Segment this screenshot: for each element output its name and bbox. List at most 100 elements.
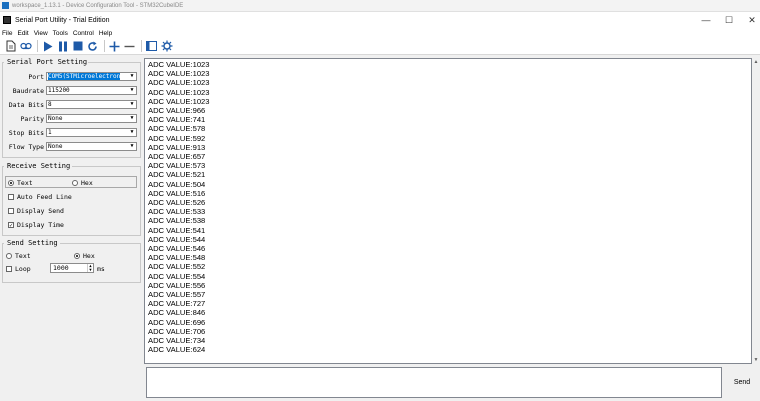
databits-select[interactable]: 8 ▼ xyxy=(46,100,137,109)
menu-control[interactable]: Control xyxy=(73,30,94,37)
stop-icon[interactable] xyxy=(71,40,84,53)
output-line: ADC VALUE:1023 xyxy=(148,69,210,79)
port-label: Port xyxy=(28,73,44,81)
checkbox xyxy=(6,266,12,272)
menu-view[interactable]: View xyxy=(34,30,48,37)
settings-panel: Serial Port Setting Port COM5(STMicroele… xyxy=(0,56,143,401)
output-line: ADC VALUE:727 xyxy=(148,299,206,309)
close-button[interactable]: ✕ xyxy=(740,12,760,28)
output-line: ADC VALUE:556 xyxy=(148,280,206,290)
output-line: ADC VALUE:1023 xyxy=(148,60,210,69)
checkmark-icon: ✓ xyxy=(8,222,14,229)
toolbar-separator xyxy=(141,40,142,52)
output-line: ADC VALUE:1023 xyxy=(148,87,210,97)
menu-file[interactable]: File xyxy=(2,30,12,37)
baudrate-label: Baudrate xyxy=(12,87,44,95)
refresh-icon[interactable] xyxy=(86,40,99,53)
minimize-button[interactable]: — xyxy=(694,12,718,28)
output-line: ADC VALUE:521 xyxy=(148,170,206,180)
window-icon[interactable] xyxy=(145,40,158,53)
checkbox xyxy=(8,194,14,200)
toolbar-separator xyxy=(37,40,38,52)
output-line: ADC VALUE:504 xyxy=(148,179,206,189)
radio-button xyxy=(72,180,78,186)
receive-text-radio[interactable]: Text xyxy=(8,179,33,187)
output-line: ADC VALUE:544 xyxy=(148,234,206,244)
send-hex-radio[interactable]: Hex xyxy=(74,252,95,260)
output-line: ADC VALUE:541 xyxy=(148,225,206,235)
chevron-down-icon: ▼ xyxy=(128,73,136,80)
ide-app-icon xyxy=(2,2,9,9)
maximize-button[interactable]: ☐ xyxy=(717,12,741,28)
send-input[interactable] xyxy=(146,367,722,398)
auto-feed-label: Auto Feed Line xyxy=(17,193,72,201)
send-hex-label: Hex xyxy=(83,252,95,260)
output-scrollbar[interactable]: ▲ ▼ xyxy=(752,58,760,364)
display-time-label: Display Time xyxy=(17,221,64,229)
receive-text-label: Text xyxy=(17,179,33,187)
settings-icon[interactable] xyxy=(160,40,173,53)
output-line: ADC VALUE:913 xyxy=(148,142,206,152)
parity-label: Parity xyxy=(20,115,44,123)
serial-port-group-title: Serial Port Setting xyxy=(6,58,89,66)
remove-icon[interactable] xyxy=(123,40,136,53)
auto-feed-checkbox[interactable]: Auto Feed Line xyxy=(8,193,72,201)
flowtype-value: None xyxy=(48,143,63,150)
parity-value: None xyxy=(48,115,63,122)
loop-interval-value: 1000 xyxy=(53,264,69,272)
output-line: ADC VALUE:624 xyxy=(148,345,206,355)
menu-bar: File Edit View Tools Control Help xyxy=(0,28,760,38)
record-icon[interactable] xyxy=(19,40,32,53)
scroll-up-icon[interactable]: ▲ xyxy=(752,58,760,66)
loop-checkbox[interactable]: Loop xyxy=(6,265,31,273)
loop-label: Loop xyxy=(15,265,31,273)
receive-output[interactable]: ADC VALUE:1023 ADC VALUE:1023 ADC VALUE:10… xyxy=(144,58,752,364)
send-text-radio[interactable]: Text xyxy=(6,252,31,260)
scroll-down-icon[interactable]: ▼ xyxy=(752,356,760,364)
output-line: ADC VALUE:526 xyxy=(148,198,206,208)
chevron-down-icon: ▼ xyxy=(128,87,136,94)
flowtype-label: Flow Type xyxy=(8,143,44,151)
flowtype-select[interactable]: None ▼ xyxy=(46,142,137,151)
chevron-down-icon: ▼ xyxy=(128,101,136,108)
stopbits-label: Stop Bits xyxy=(8,129,44,137)
output-line: ADC VALUE:706 xyxy=(148,326,206,336)
databits-value: 8 xyxy=(48,101,52,108)
receive-hex-radio[interactable]: Hex xyxy=(72,179,93,187)
display-send-label: Display Send xyxy=(17,207,64,215)
loop-interval-stepper[interactable]: 1000 ▲ ▼ xyxy=(50,263,94,273)
baudrate-value: 115200 xyxy=(48,87,70,94)
send-group-title: Send Setting xyxy=(6,239,59,247)
port-select[interactable]: COM5(STMicroelectron ▼ xyxy=(46,72,137,81)
chevron-down-icon: ▼ xyxy=(128,115,136,122)
menu-edit[interactable]: Edit xyxy=(17,30,28,37)
pause-icon[interactable] xyxy=(56,40,69,53)
radio-button xyxy=(74,253,80,259)
radio-button xyxy=(6,253,12,259)
new-file-icon[interactable] xyxy=(4,40,17,53)
menu-tools[interactable]: Tools xyxy=(53,30,68,37)
output-line: ADC VALUE:846 xyxy=(148,308,206,318)
databits-label: Data Bits xyxy=(8,101,44,109)
baudrate-select[interactable]: 115200 ▼ xyxy=(46,86,137,95)
display-time-checkbox[interactable]: ✓ Display Time xyxy=(8,221,64,229)
parity-select[interactable]: None ▼ xyxy=(46,114,137,123)
display-send-checkbox[interactable]: Display Send xyxy=(8,207,64,215)
output-line: ADC VALUE:557 xyxy=(148,290,206,300)
play-icon[interactable] xyxy=(41,40,54,53)
stopbits-select[interactable]: 1 ▼ xyxy=(46,128,137,137)
chevron-down-icon: ▼ xyxy=(128,143,136,150)
stepper-arrows-icon[interactable]: ▲ ▼ xyxy=(87,264,93,272)
send-button[interactable]: Send xyxy=(724,376,760,390)
menu-help[interactable]: Help xyxy=(99,30,112,37)
receive-group-title: Receive Setting xyxy=(6,162,72,170)
output-line: ADC VALUE:1023 xyxy=(148,78,210,88)
output-line: ADC VALUE:734 xyxy=(148,336,206,346)
loop-unit: ms xyxy=(97,265,105,273)
send-text-label: Text xyxy=(15,252,31,260)
app-icon xyxy=(3,16,11,24)
output-line: ADC VALUE:1023 xyxy=(148,96,210,106)
stopbits-value: 1 xyxy=(48,129,52,136)
add-icon[interactable] xyxy=(108,40,121,53)
checkbox xyxy=(8,208,14,214)
